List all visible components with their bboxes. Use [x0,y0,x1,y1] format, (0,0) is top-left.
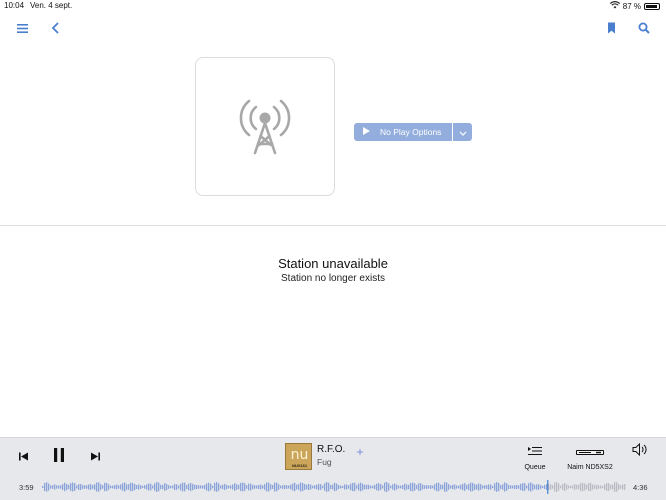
time-total: 4:36 [633,483,648,492]
status-indicators: 87 % [609,1,660,11]
device-button[interactable] [575,447,605,457]
battery-percent: 87 % [622,1,641,11]
sparkle-icon[interactable] [355,447,365,457]
speaker-volume-icon [632,442,648,461]
chevron-down-icon [459,123,467,141]
skip-back-icon [18,448,28,466]
play-options-dropdown[interactable] [453,123,472,141]
pause-icon [53,447,65,467]
wifi-icon [609,1,620,11]
previous-track-button[interactable] [16,450,30,464]
play-icon [363,127,370,137]
station-artwork [195,57,335,196]
no-play-options-button[interactable]: No Play Options [354,123,452,141]
station-unavailable-title: Station unavailable [278,256,388,271]
track-artist[interactable]: Fug [317,457,332,467]
album-cover-code: NUX161 [291,463,308,468]
station-unavailable-subtitle: Station no longer exists [281,273,385,284]
status-bar: 10:04 Ven. 4 sept. 87 % [0,0,666,12]
status-time: 10:04 [4,1,25,10]
volume-button[interactable] [631,442,649,461]
queue-button[interactable] [526,444,544,460]
divider [0,225,666,226]
status-date: Ven. 4 sept. [30,1,73,10]
back-icon[interactable] [47,20,63,36]
track-title[interactable]: R.F.O. [317,444,345,455]
streamer-device-icon [576,443,604,461]
radio-tower-icon [234,93,296,160]
queue-label[interactable]: Queue [518,464,552,471]
play-button-label: No Play Options [380,127,442,137]
app-screen: 10:04 Ven. 4 sept. 87 % No Play Options … [0,0,666,500]
menu-icon[interactable] [14,20,30,36]
time-elapsed: 3:59 [19,483,34,492]
search-icon[interactable] [636,20,652,36]
album-cover-logo: nu [290,447,309,463]
next-track-button[interactable] [88,450,102,464]
now-playing-bar: nu NUX161 R.F.O. Fug Queue Naim ND5XS2 3… [0,437,666,500]
skip-forward-icon [90,448,100,466]
waveform-progress-scrubber[interactable] [42,480,626,494]
playhead-marker[interactable] [547,480,549,494]
pause-button[interactable] [50,447,68,467]
device-label[interactable]: Naim ND5XS2 [560,464,620,471]
bookmark-icon[interactable] [603,20,619,36]
queue-icon [528,443,542,461]
album-cover[interactable]: nu NUX161 [285,443,312,470]
battery-icon [644,2,660,10]
